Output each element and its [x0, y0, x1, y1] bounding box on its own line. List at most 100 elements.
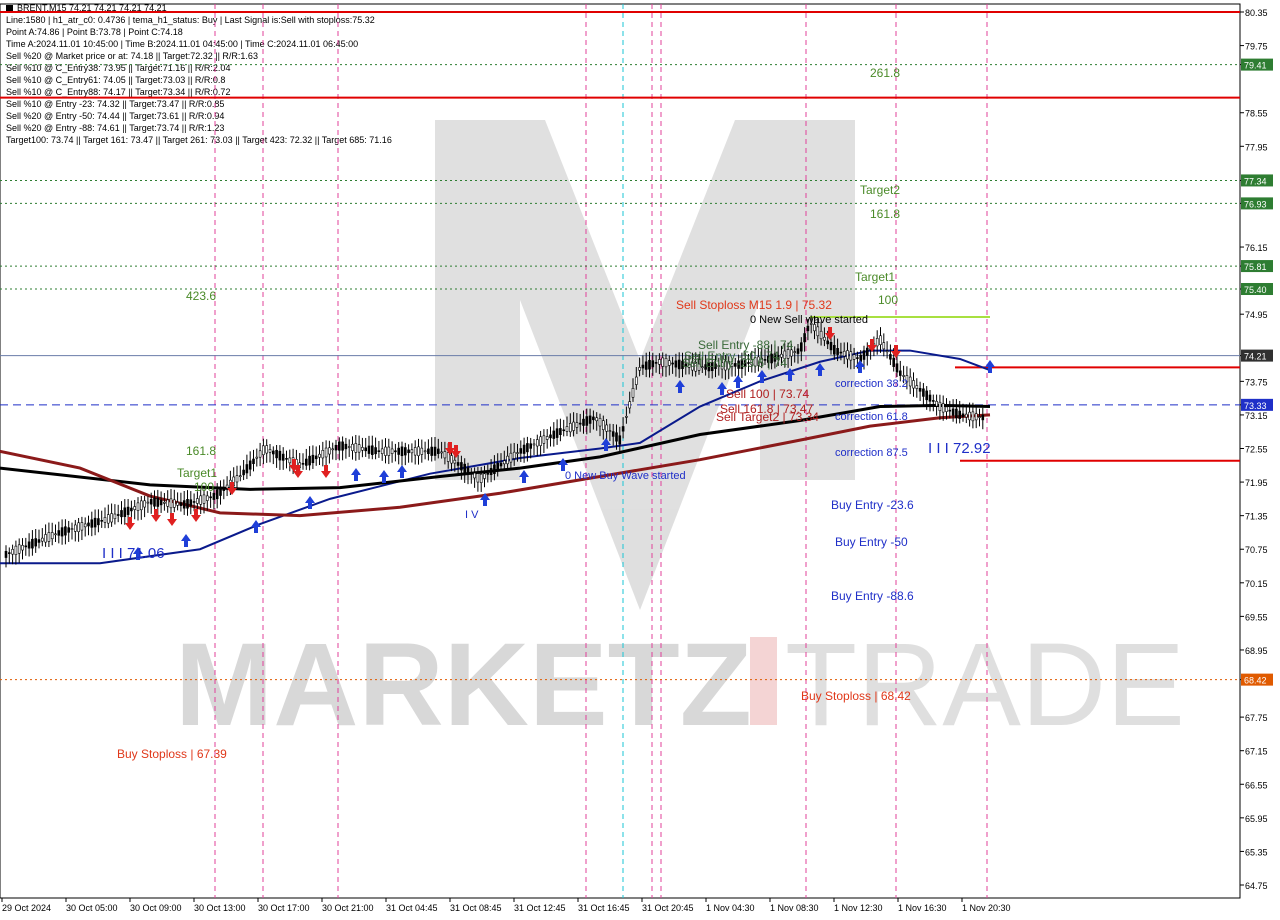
- candle-body: [436, 448, 440, 454]
- candle-body: [242, 469, 245, 476]
- candle-body: [479, 473, 483, 483]
- candle-body: [186, 499, 189, 509]
- candle-body: [674, 360, 678, 368]
- candle-body: [658, 359, 661, 365]
- candle-body: [816, 326, 820, 337]
- candle-body: [466, 467, 470, 475]
- buy-arrow-icon: [251, 520, 261, 533]
- y-tick-label: 77.95: [1245, 142, 1268, 152]
- candle-body: [595, 417, 599, 422]
- price-badge-label: 73.33: [1244, 401, 1267, 411]
- candle-body: [159, 499, 163, 506]
- candle-body: [667, 360, 671, 366]
- y-tick-label: 74.95: [1245, 310, 1268, 320]
- x-tick-label: 29 Oct 2024: [2, 903, 51, 913]
- candle-body: [928, 394, 932, 402]
- price-badge-label: 76.93: [1244, 199, 1267, 209]
- candle-body: [842, 350, 846, 357]
- candle-body: [806, 325, 810, 332]
- x-tick-label: 30 Oct 05:00: [66, 903, 118, 913]
- y-tick-label: 68.95: [1245, 646, 1268, 656]
- candle-body: [522, 444, 526, 454]
- candle-body: [403, 447, 407, 456]
- candle-body: [258, 450, 262, 458]
- candle-body: [37, 539, 41, 543]
- y-tick-label: 66.55: [1245, 780, 1268, 790]
- candle-body: [225, 484, 229, 489]
- candle-body: [143, 500, 146, 508]
- candle-body: [625, 415, 628, 418]
- candle-body: [885, 350, 889, 353]
- candle-body: [978, 416, 981, 418]
- candle-body: [433, 446, 437, 456]
- candle-body: [417, 446, 420, 457]
- sell-arrow-icon: [191, 509, 201, 522]
- buy-arrow-icon: [397, 465, 407, 478]
- candle-body: [304, 458, 308, 466]
- candle-body: [618, 435, 622, 445]
- candle-body: [512, 451, 516, 459]
- candle-body: [552, 430, 556, 439]
- candle-body: [879, 335, 882, 345]
- candle-body: [212, 492, 216, 500]
- buy-arrow-icon: [519, 470, 529, 483]
- candle-body: [64, 526, 67, 536]
- sell-100-label: Sell 100 | 73.74: [726, 387, 810, 401]
- wave-7106-label: I I I 71.06: [102, 545, 165, 562]
- candle-body: [846, 350, 849, 360]
- candle-body: [908, 376, 912, 387]
- candle-body: [634, 376, 638, 385]
- candle-body: [57, 530, 61, 536]
- y-tick-label: 67.15: [1245, 747, 1268, 757]
- candle-body: [192, 501, 196, 503]
- candle-body: [836, 347, 839, 355]
- candle-body: [925, 390, 929, 401]
- candle-body: [823, 336, 826, 341]
- candle-body: [819, 330, 823, 340]
- candle-body: [420, 447, 424, 455]
- candle-body: [539, 436, 542, 446]
- candle-body: [493, 464, 496, 474]
- candle-body: [24, 545, 28, 548]
- watermark-left-text: MARKETZ: [175, 619, 752, 751]
- sell-arrow-icon: [125, 517, 135, 530]
- candle-body: [981, 414, 985, 421]
- new-buy-wave-label: 0 New Buy Wave started: [565, 470, 686, 482]
- candle-body: [380, 448, 384, 455]
- sell-target2-label: Sell Target2 | 73.34: [716, 410, 819, 424]
- price-chart[interactable]: MARKETZ TRADE261.8Target2161.8Target11004…: [0, 0, 1280, 920]
- candle-body: [654, 362, 658, 364]
- candle-body: [826, 340, 830, 345]
- candle-body: [671, 362, 674, 365]
- candle-body: [938, 401, 942, 411]
- candle-body: [628, 401, 632, 409]
- candle-body: [27, 541, 31, 549]
- candle-body: [898, 370, 902, 376]
- x-tick-label: 1 Nov 16:30: [898, 903, 947, 913]
- candle-body: [123, 507, 127, 517]
- candle-body: [103, 517, 107, 523]
- candle-body: [337, 441, 341, 451]
- candle-body: [176, 502, 179, 506]
- correction-382-label: correction 38.2: [835, 378, 908, 390]
- candle-body: [446, 452, 450, 462]
- candle-body: [941, 403, 945, 413]
- sell-arrow-icon: [151, 509, 161, 522]
- candle-body: [519, 448, 523, 454]
- candle-body: [209, 496, 212, 499]
- candle-body: [499, 462, 503, 467]
- candle-body: [4, 550, 8, 558]
- candle-body: [17, 544, 21, 554]
- candle-body: [202, 494, 206, 504]
- candle-body: [107, 514, 110, 524]
- candle-body: [374, 447, 377, 455]
- y-tick-label: 67.75: [1245, 713, 1268, 723]
- watermark-logo: MARKETZ TRADE: [175, 120, 1185, 751]
- candle-body: [476, 473, 480, 483]
- buy-stoploss-right-label: Buy Stoploss | 68.42: [801, 689, 911, 703]
- candle-body: [935, 400, 938, 407]
- candle-body: [60, 527, 64, 537]
- candle-body: [54, 533, 57, 536]
- candle-body: [14, 545, 18, 555]
- candle-body: [116, 514, 120, 516]
